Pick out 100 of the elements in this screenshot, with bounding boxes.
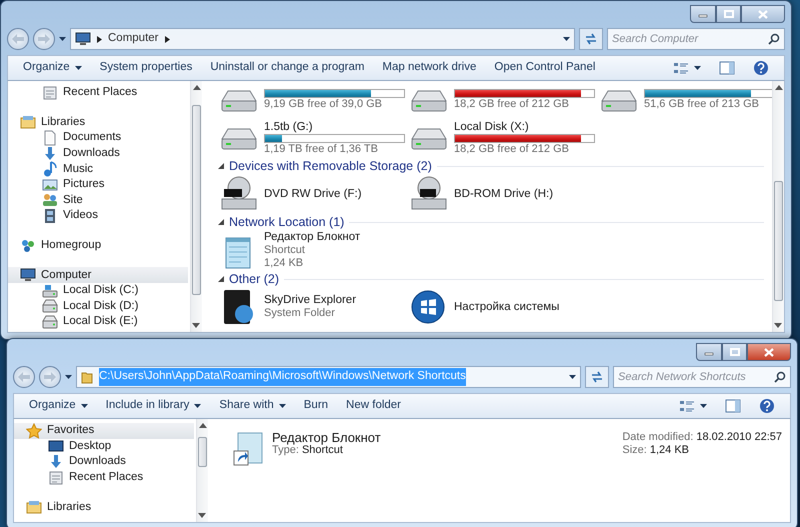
hard-drive-icon xyxy=(42,298,58,314)
file-detail: Type: Shortcut xyxy=(272,444,344,457)
back-button[interactable] xyxy=(13,366,35,388)
sidebar-item[interactable]: Recent Places xyxy=(14,470,194,486)
collapse-arrow-icon xyxy=(218,163,224,169)
toolbar-button[interactable]: Map network drive xyxy=(373,57,486,79)
chevron-icon xyxy=(97,36,102,42)
help-icon xyxy=(753,60,769,76)
close-button[interactable] xyxy=(747,343,791,361)
recent-places-icon xyxy=(48,470,64,486)
scroll-down-icon xyxy=(198,513,206,518)
help-icon xyxy=(759,398,775,414)
sidebar-item[interactable]: Downloads xyxy=(14,454,194,470)
scrollbar[interactable] xyxy=(190,81,202,332)
sidebar-item[interactable]: Pictures xyxy=(8,176,188,193)
shortcut-icon xyxy=(232,431,264,467)
back-arrow-icon xyxy=(18,372,30,382)
scrollbar[interactable] xyxy=(196,419,208,522)
folder-icon xyxy=(81,370,93,384)
toolbar-button[interactable]: Open Control Panel xyxy=(485,57,604,79)
scrollbar[interactable] xyxy=(772,81,784,332)
drive-free-space: 51,6 GB free of 213 GB xyxy=(644,98,760,111)
caret-icon xyxy=(59,37,66,41)
picture-icon xyxy=(42,176,58,193)
toolbar-button[interactable]: Burn xyxy=(294,395,338,417)
refresh-button[interactable] xyxy=(579,28,603,50)
toolbar-button[interactable]: Uninstall or change a program xyxy=(201,57,374,79)
sidebar-item[interactable]: Favorites xyxy=(14,423,194,439)
caret-icon xyxy=(65,375,72,379)
group-header[interactable]: Devices with Removable Storage (2) xyxy=(229,156,432,176)
close-button[interactable] xyxy=(741,5,785,23)
group-header[interactable]: Network Location (1) xyxy=(229,212,344,232)
item-detail: System Folder xyxy=(264,307,336,320)
sidebar-item[interactable]: Computer xyxy=(8,267,188,283)
sidebar-item[interactable]: Libraries xyxy=(8,114,188,130)
caret-icon xyxy=(278,404,286,408)
history-dropdown[interactable] xyxy=(65,375,72,379)
collapse-arrow-icon xyxy=(218,219,224,225)
drive-free-space: 18,2 GB free of 212 GB xyxy=(454,98,570,111)
item-name[interactable]: SkyDrive Explorer xyxy=(264,294,356,307)
forward-button[interactable] xyxy=(33,28,55,50)
pane-icon xyxy=(719,61,735,75)
document-icon xyxy=(42,130,58,146)
maximize-icon xyxy=(730,348,740,356)
music-note-icon xyxy=(42,161,58,178)
maximize-button[interactable] xyxy=(722,343,747,361)
toolbar-button[interactable]: Organize xyxy=(14,57,91,79)
minimize-button[interactable] xyxy=(690,5,716,23)
sidebar-item[interactable]: Local Disk (D:) xyxy=(8,298,188,314)
sidebar-item[interactable]: Recent Places xyxy=(8,85,188,101)
list-view-icon xyxy=(673,61,689,75)
desktop-icon xyxy=(48,438,64,454)
sidebar-item[interactable]: Documents xyxy=(8,130,188,146)
hard-drive-icon xyxy=(42,314,58,330)
address-bar[interactable]: Computer xyxy=(70,28,575,50)
scroll-down-icon xyxy=(192,323,200,328)
sidebar-item[interactable]: Local Disk (C:) xyxy=(8,282,188,299)
sidebar-item[interactable]: Local Disk (E:) xyxy=(8,314,188,330)
search-field[interactable]: Search Network Shortcuts xyxy=(613,366,791,388)
sidebar-item[interactable]: Downloads xyxy=(8,146,188,162)
item-name[interactable]: Редактор Блокнот xyxy=(264,231,360,244)
drive-name[interactable]: Local Disk (X:) xyxy=(454,120,595,134)
close-icon xyxy=(764,348,774,356)
caret-icon xyxy=(569,375,576,379)
drive-free-space: 9,19 GB free of 39,0 GB xyxy=(264,98,384,111)
drive-name[interactable]: 1.5tb (G:) xyxy=(264,120,405,134)
collapse-arrow-icon xyxy=(218,276,224,282)
sidebar-item[interactable]: Desktop xyxy=(14,438,194,454)
sidebar-item[interactable]: Music xyxy=(8,161,188,177)
toolbar-button[interactable]: System properties xyxy=(90,57,202,79)
sidebar-item[interactable]: Site xyxy=(8,192,188,208)
caret-icon xyxy=(80,404,88,408)
sidebar-item[interactable]: Homegroup xyxy=(8,238,188,254)
back-button[interactable] xyxy=(7,28,29,50)
scrollbar-thumb[interactable] xyxy=(198,437,207,467)
history-dropdown[interactable] xyxy=(59,37,66,41)
caret-icon xyxy=(700,404,707,408)
maximize-button[interactable] xyxy=(716,5,741,23)
toolbar-button[interactable]: Include in library xyxy=(96,395,210,417)
toolbar-button[interactable]: New folder xyxy=(337,395,410,417)
sidebar-item[interactable]: Videos xyxy=(8,208,188,224)
minimize-button[interactable] xyxy=(696,343,722,361)
item-name[interactable]: Настройка системы xyxy=(454,300,560,314)
sidebar-item[interactable]: Libraries xyxy=(14,499,194,515)
search-field[interactable]: Search Computer xyxy=(607,28,785,50)
scrollbar-thumb[interactable] xyxy=(774,181,783,301)
item-name[interactable]: BD-ROM Drive (H:) xyxy=(454,188,554,200)
caret-icon xyxy=(74,66,82,70)
down-arrow-icon xyxy=(42,146,58,162)
item-name[interactable]: DVD RW Drive (F:) xyxy=(264,188,362,200)
caret-icon xyxy=(694,66,701,70)
library-icon xyxy=(20,114,36,130)
scrollbar-thumb[interactable] xyxy=(192,105,201,295)
refresh-button[interactable] xyxy=(585,366,609,388)
monitor-icon xyxy=(20,267,36,284)
group-header[interactable]: Other (2) xyxy=(229,270,280,288)
breadcrumb-item[interactable]: Computer xyxy=(108,30,158,48)
file-name[interactable]: Редактор Блокнот xyxy=(272,431,381,444)
toolbar-button[interactable]: Organize xyxy=(20,395,97,417)
toolbar-button[interactable]: Share with xyxy=(210,395,295,417)
